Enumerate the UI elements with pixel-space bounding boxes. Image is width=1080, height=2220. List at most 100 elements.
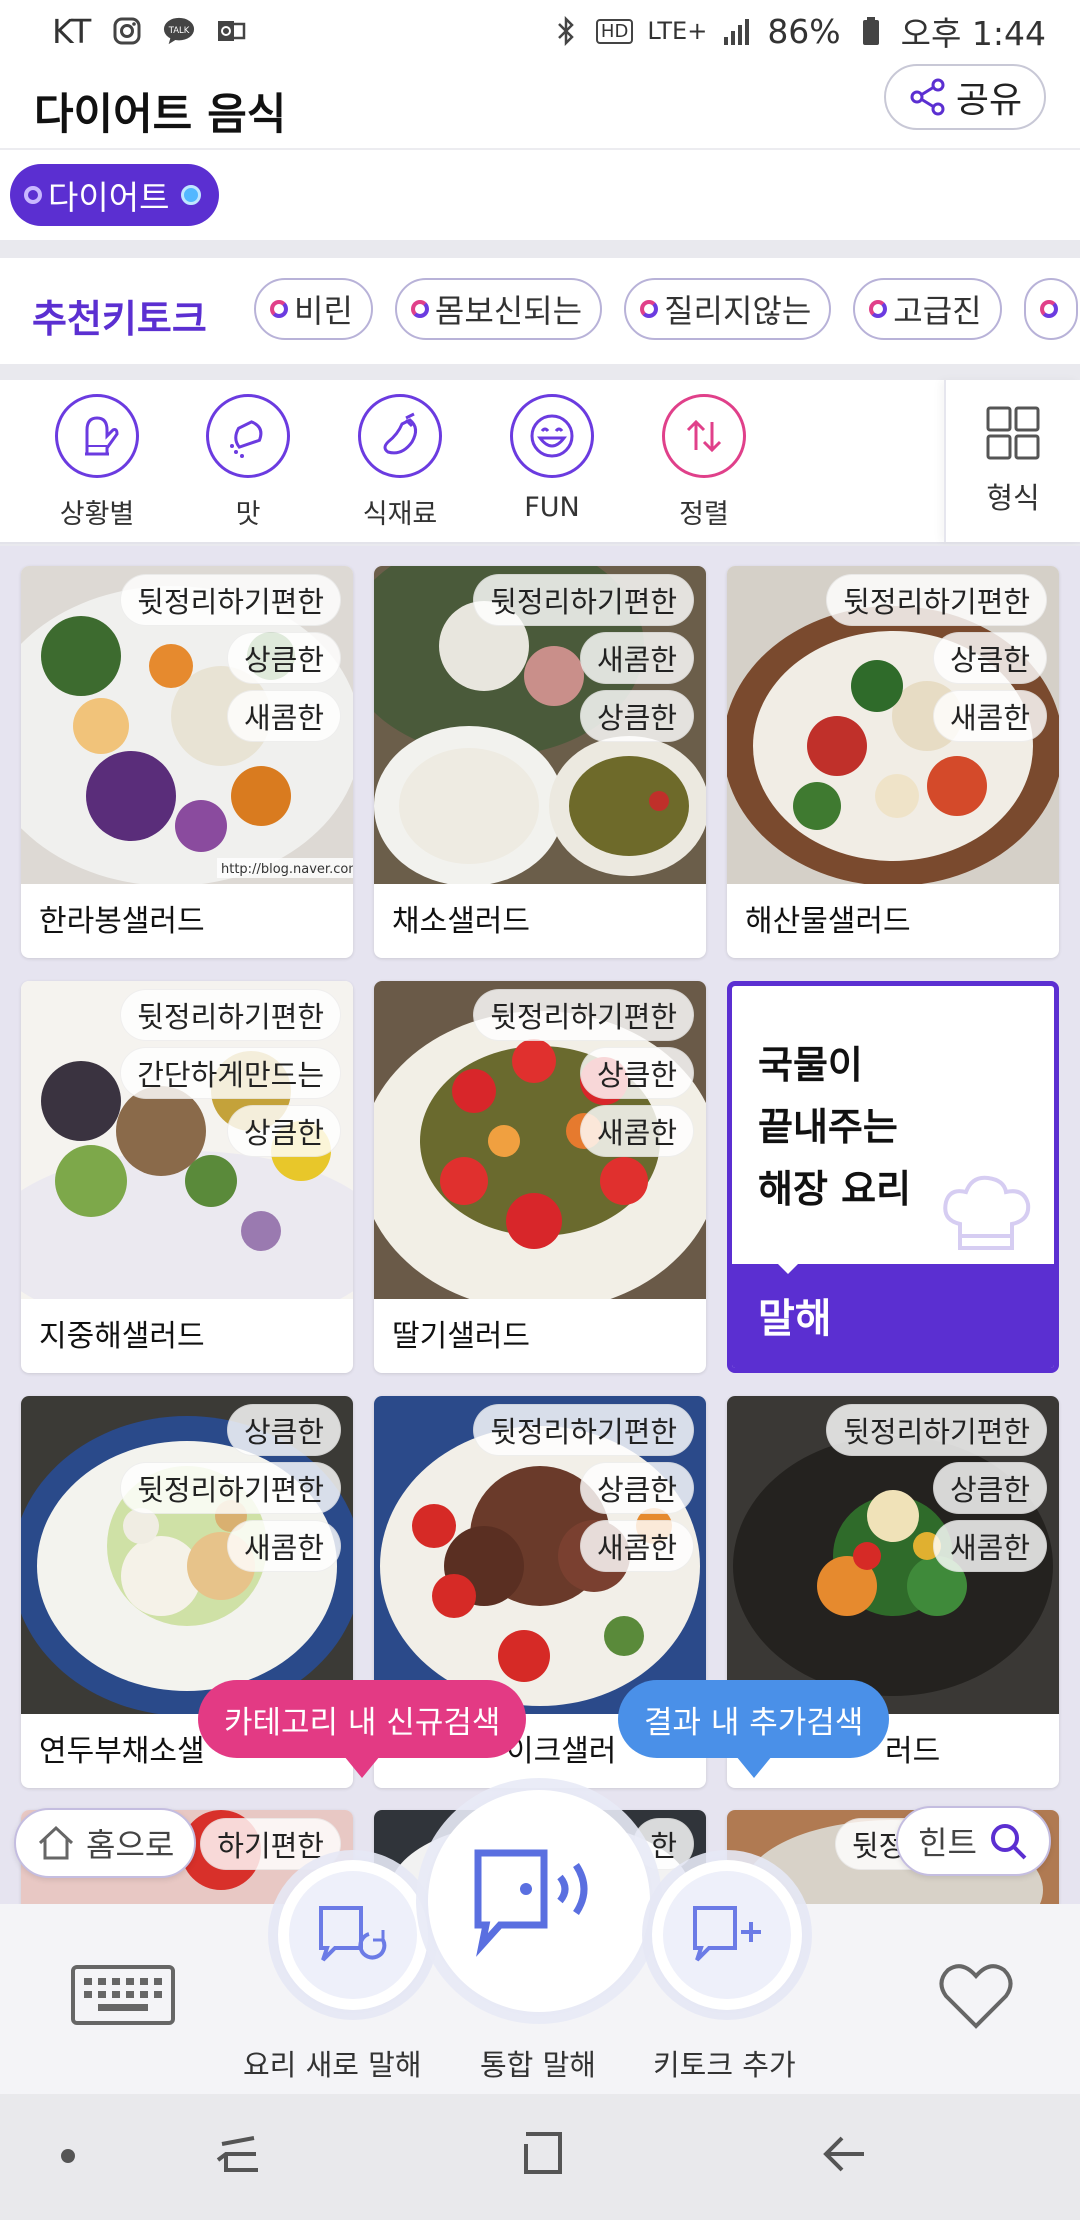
recipe-tag: 상큼한 (579, 1047, 694, 1099)
recipe-tag: 뒷정리하기편한 (120, 989, 341, 1041)
app-header: 다이어트 음식 공유 (0, 62, 1080, 148)
ring-icon (24, 186, 42, 204)
recipe-tag: 뒷정리하기편한 (473, 1404, 694, 1456)
bluetooth-icon (550, 15, 582, 47)
category-taste[interactable]: 맛 (193, 394, 303, 531)
keytalk-title: 추천키토크 (32, 297, 207, 341)
speech-bubble-voice-icon (474, 1849, 588, 1957)
promo-card[interactable]: 국물이 끝내주는 해장 요리 말해 (727, 981, 1059, 1373)
active-filter-label: 다이어트 (48, 178, 170, 217)
hint-button[interactable]: 힌트 (896, 1806, 1051, 1876)
recent-apps-icon[interactable] (214, 2130, 264, 2180)
recipe-tag: 상큼한 (226, 1105, 341, 1157)
recommended-keytalk-bar: 추천키토크 비린 몸보신되는 질리지않는 고급진 (0, 258, 1080, 364)
instagram-icon (111, 15, 143, 47)
recipe-tag: 새콤한 (226, 690, 341, 742)
mitten-icon (55, 394, 139, 478)
recipe-tag: 상큼한 (932, 632, 1047, 684)
recipe-name: 채소샐러드 (392, 904, 530, 939)
unified-voice-button[interactable] (428, 1790, 650, 2012)
layout-format-button[interactable]: 형식 (944, 380, 1080, 542)
recipe-tag: 간단하게만드는 (120, 1047, 341, 1099)
sort-arrows-icon (662, 394, 746, 478)
keytalk-chip[interactable] (1023, 278, 1078, 340)
keytalk-chip[interactable]: 질리지않는 (624, 278, 832, 340)
outlook-icon (215, 15, 247, 47)
category-label: 식재료 (362, 499, 438, 530)
ring-icon (1039, 300, 1058, 318)
category-search-tooltip: 카테고리 내 신규검색 (198, 1680, 527, 1778)
promo-label: 말해 (758, 1296, 832, 1342)
keytalk-chip-list: 비린 몸보신되는 질리지않는 고급진 (254, 278, 1078, 340)
recipe-tag: 상큼한 (579, 690, 694, 742)
heart-icon (939, 1964, 1013, 2029)
home-icon (38, 1825, 74, 1860)
recipe-tag: 새콤한 (579, 1520, 694, 1572)
format-label: 형식 (986, 481, 1040, 515)
category-sort[interactable]: 정렬 (649, 394, 759, 531)
recipe-card[interactable]: 뒷정리하기편한 간단하게만드는 상큼한 지중해샐러드 (21, 981, 353, 1373)
home-nav-icon[interactable] (518, 2130, 566, 2178)
keytalk-chip[interactable]: 고급진 (853, 278, 1002, 340)
recipe-tag: 뒷정리하기편한 (826, 1404, 1047, 1456)
speech-bubble-refresh-icon (319, 1906, 387, 1962)
recipe-tag: 새콤한 (226, 1520, 341, 1572)
category-label: 상황별 (59, 499, 135, 530)
recipe-tag: 새콤한 (579, 632, 694, 684)
salt-shaker-icon (206, 394, 290, 478)
recipe-card[interactable]: 뒷정리하기편한 상큼한 새콤한 해산물샐러드 (727, 566, 1059, 958)
svg-text:http://blog.naver.com/: http://blog.naver.com/ (221, 862, 353, 877)
recipe-name: 딸기샐러드 (392, 1319, 530, 1354)
recipe-name: 연두부채소샐 (39, 1734, 205, 1769)
hint-label: 힌트 (918, 1824, 977, 1862)
recipe-tag: 뒷정리하기편한 (120, 574, 341, 626)
system-nav-bar (0, 2094, 1080, 2220)
home-label: 홈으로 (86, 1826, 175, 1864)
category-situation[interactable]: 상황별 (42, 394, 152, 531)
recipe-tag: 상큼한 (226, 632, 341, 684)
add-keytalk-label: 키토크 추가 (653, 2048, 796, 2082)
network-label: LTE+ (647, 17, 708, 45)
recipe-card[interactable]: http://blog.naver.com/ 뒷정리하기편한 상큼한 새콤한 한… (21, 566, 353, 958)
recipe-tag: 상큼한 (579, 1462, 694, 1514)
home-button[interactable]: 홈으로 (14, 1808, 197, 1878)
category-fun[interactable]: FUN (497, 394, 607, 523)
favorite-button[interactable] (938, 1962, 1014, 2030)
grid-icon (986, 406, 1040, 460)
battery-percent: 86% (767, 11, 841, 51)
new-search-voice-button[interactable] (278, 1860, 428, 2010)
recipe-grid: http://blog.naver.com/ 뒷정리하기편한 상큼한 새콤한 한… (0, 546, 1080, 1904)
recipe-tag: 하기편한 (200, 1818, 341, 1870)
keyboard-button[interactable] (70, 1964, 176, 2034)
recipe-tag: 새콤한 (932, 1520, 1047, 1572)
keytalk-chip-label: 몸보신되는 (434, 292, 583, 330)
recipe-card[interactable]: 뒷정리하기편한 새콤한 상큼한 채소샐러드 (374, 566, 706, 958)
share-label: 공유 (955, 80, 1023, 121)
recipe-card[interactable]: 뒷정리하기편한 상큼한 새콤한 딸기샐러드 (374, 981, 706, 1373)
keytalk-chip-label: 비린 (294, 292, 353, 330)
recipe-name: 해산물샐러드 (745, 904, 911, 939)
category-label: FUN (524, 492, 580, 523)
share-button[interactable]: 공유 (884, 64, 1046, 130)
recipe-tag: 상큼한 (226, 1404, 341, 1456)
keytalk-chip-label: 고급진 (893, 292, 982, 330)
keytalk-chip[interactable]: 몸보신되는 (394, 278, 603, 340)
recipe-tag: 상큼한 (932, 1462, 1047, 1514)
keyboard-icon (71, 1965, 175, 2025)
ring-icon (270, 300, 288, 318)
keytalk-chip[interactable]: 비린 (254, 278, 373, 340)
active-filter-chip[interactable]: 다이어트 (10, 164, 220, 226)
back-icon[interactable] (820, 2130, 870, 2180)
promo-title: 국물이 끝내주는 해장 요리 (758, 1043, 912, 1211)
category-label: 정렬 (679, 499, 729, 530)
svg-text:TALK: TALK (168, 25, 190, 35)
category-bar: 상황별 맛 식재료 FUN 정렬 형식 (0, 380, 1080, 544)
status-bar: KT TALK HD LTE+ 86% 오후 1:44 (0, 0, 1080, 62)
add-keytalk-voice-button[interactable] (652, 1860, 802, 2010)
blue-dot-icon (181, 185, 202, 205)
ring-icon (410, 300, 429, 318)
category-ingredients[interactable]: 식재료 (345, 394, 455, 531)
ring-icon (869, 300, 888, 318)
laughing-face-icon (510, 394, 594, 478)
signal-icon (721, 15, 753, 47)
